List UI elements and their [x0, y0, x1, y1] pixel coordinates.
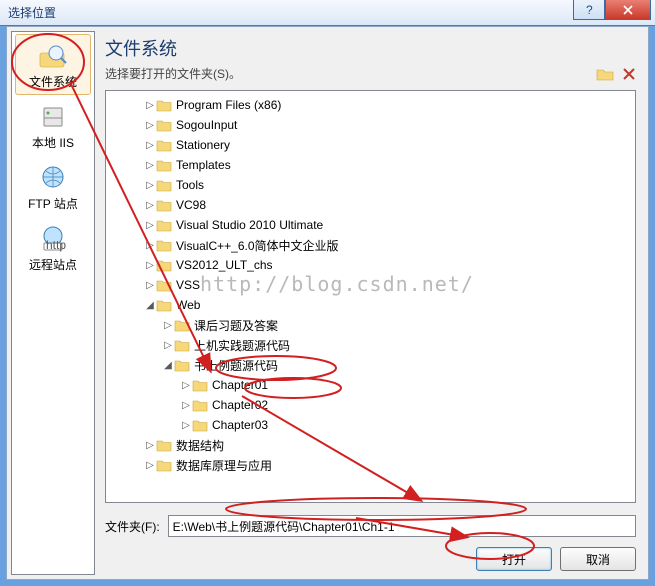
sidebar-item-filesystem[interactable]: 文件系统 — [15, 34, 91, 95]
expander-icon[interactable]: ▷ — [144, 180, 156, 191]
folder-tree[interactable]: ▷ Program Files (x86) ▷ SogouInput ▷ Statione… — [105, 90, 636, 503]
expander-icon[interactable]: ▷ — [162, 320, 174, 331]
window-buttons: ? — [573, 0, 651, 20]
tree-node-label: Tools — [176, 178, 204, 192]
tree-node[interactable]: ▷ Visual Studio 2010 Ultimate — [108, 215, 633, 235]
tree-node-label: Chapter03 — [212, 418, 268, 432]
tree-node-label: VC98 — [176, 198, 206, 212]
expander-icon[interactable]: ▷ — [144, 220, 156, 231]
main-panel: 文件系统 选择要打开的文件夹(S)。 ▷Program Files (x86)▷… — [99, 27, 648, 579]
server-icon — [36, 102, 70, 132]
expander-icon[interactable]: ▷ — [144, 200, 156, 211]
tree-node[interactable]: ▷ 课后习题及答案 — [108, 315, 633, 335]
path-input[interactable] — [168, 515, 636, 537]
tree-node-label: SogouInput — [176, 118, 237, 132]
tree-node-label: Templates — [176, 158, 231, 172]
delete-icon[interactable] — [622, 67, 636, 81]
tree-node-label: VS2012_ULT_chs — [176, 258, 273, 272]
close-button[interactable] — [605, 0, 651, 20]
expander-icon[interactable]: ▷ — [144, 440, 156, 451]
tree-node-label: Stationery — [176, 138, 230, 152]
window-title: 选择位置 — [8, 4, 56, 21]
open-folder-icon[interactable] — [596, 66, 614, 82]
tree-node[interactable]: ◢ Web — [108, 295, 633, 315]
tree-node-label: Visual Studio 2010 Ultimate — [176, 218, 323, 232]
path-label: 文件夹(F): — [105, 518, 160, 535]
expander-icon[interactable]: ▷ — [144, 460, 156, 471]
expander-icon[interactable]: ▷ — [144, 280, 156, 291]
expander-icon[interactable]: ◢ — [162, 360, 174, 371]
tree-node-label: 上机实践题源代码 — [194, 337, 290, 354]
expander-icon[interactable]: ▷ — [180, 400, 192, 411]
tree-node[interactable]: ▷ VC98 — [108, 195, 633, 215]
tree-node[interactable]: ◢ 书上例题源代码 — [108, 355, 633, 375]
expander-icon[interactable]: ▷ — [162, 340, 174, 351]
tree-node[interactable]: ▷ Chapter03 — [108, 415, 633, 435]
help-button[interactable]: ? — [573, 0, 605, 20]
sidebar-item-ftp[interactable]: FTP 站点 — [15, 156, 91, 217]
globe-folder-icon — [36, 163, 70, 193]
sidebar-item-label: 远程站点 — [29, 256, 77, 273]
expander-icon[interactable]: ◢ — [144, 300, 156, 311]
sidebar: 文件系统 本地 IIS FTP 站点 http 远程站点 — [11, 31, 95, 575]
tree-node[interactable]: ▷ Chapter01 — [108, 375, 633, 395]
tree-node-label: VisualC++_6.0简体中文企业版 — [176, 237, 339, 254]
tree-node-label: Chapter02 — [212, 398, 268, 412]
sidebar-item-local-iis[interactable]: 本地 IIS — [15, 95, 91, 156]
sidebar-item-label: 文件系统 — [29, 73, 77, 90]
tree-node[interactable]: ▷ VS2012_ULT_chs — [108, 255, 633, 275]
tree-node[interactable]: ▷ SogouInput — [108, 115, 633, 135]
expander-icon[interactable]: ▷ — [144, 120, 156, 131]
tree-node-label: 书上例题源代码 — [194, 357, 278, 374]
tree-node-label: 数据结构 — [176, 437, 224, 454]
tree-node[interactable]: ▷ VSS — [108, 275, 633, 295]
tree-node[interactable]: ▷ Templates — [108, 155, 633, 175]
sidebar-item-label: FTP 站点 — [28, 195, 78, 212]
tree-node-label: VSS — [176, 278, 200, 292]
sidebar-item-remote[interactable]: http 远程站点 — [15, 217, 91, 278]
cancel-button[interactable]: 取消 — [560, 547, 636, 571]
expander-icon[interactable]: ▷ — [180, 380, 192, 391]
dialog-body: 文件系统 本地 IIS FTP 站点 http 远程站点 文件系统 选择要打开的… — [6, 26, 649, 580]
tree-node[interactable]: ▷ 数据库原理与应用 — [108, 455, 633, 475]
tree-node-label: 数据库原理与应用 — [176, 457, 272, 474]
expander-icon[interactable]: ▷ — [144, 140, 156, 151]
tree-node-label: Web — [176, 298, 200, 312]
expander-icon[interactable]: ▷ — [144, 260, 156, 271]
svg-text:http: http — [46, 238, 66, 252]
tree-node[interactable]: ▷ 上机实践题源代码 — [108, 335, 633, 355]
expander-icon[interactable]: ▷ — [144, 160, 156, 171]
tree-node[interactable]: ▷ Program Files (x86) — [108, 95, 633, 115]
globe-http-icon: http — [36, 224, 70, 254]
page-subtitle: 选择要打开的文件夹(S)。 — [105, 65, 596, 82]
open-button[interactable]: 打开 — [476, 547, 552, 571]
tree-node[interactable]: ▷ VisualC++_6.0简体中文企业版 — [108, 235, 633, 255]
sidebar-item-label: 本地 IIS — [32, 134, 74, 151]
page-title: 文件系统 — [105, 35, 636, 61]
tree-node-label: 课后习题及答案 — [194, 317, 278, 334]
tree-node-label: Chapter01 — [212, 378, 268, 392]
expander-icon[interactable]: ▷ — [144, 240, 156, 251]
svg-text:?: ? — [586, 5, 593, 15]
expander-icon[interactable]: ▷ — [144, 100, 156, 111]
title-bar: 选择位置 — [0, 0, 655, 26]
expander-icon[interactable]: ▷ — [180, 420, 192, 431]
tree-node[interactable]: ▷ Tools — [108, 175, 633, 195]
tree-node-label: Program Files (x86) — [176, 98, 281, 112]
magnifier-folder-icon — [36, 41, 70, 71]
tree-node[interactable]: ▷ 数据结构 — [108, 435, 633, 455]
tree-node[interactable]: ▷ Stationery — [108, 135, 633, 155]
tree-node[interactable]: ▷ Chapter02 — [108, 395, 633, 415]
